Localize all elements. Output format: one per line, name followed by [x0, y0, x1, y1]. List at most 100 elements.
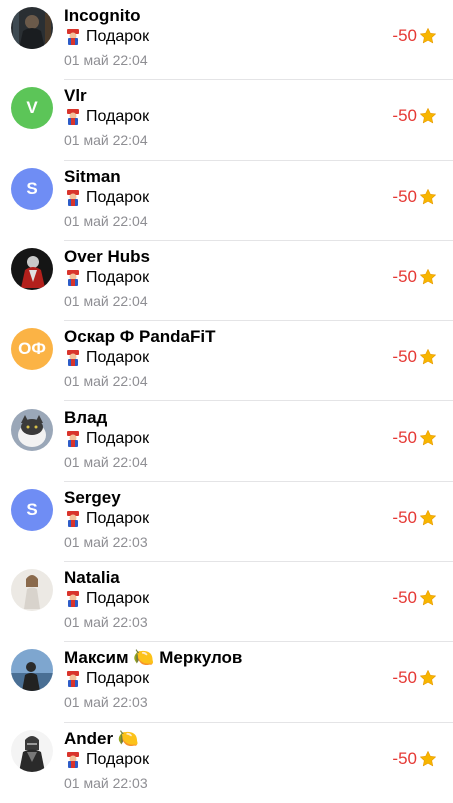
gift-emoji-icon [67, 350, 79, 367]
gift-emoji-icon [67, 189, 79, 206]
transaction-row[interactable]: Влад Подарок 01 май 22:04 -50 [0, 402, 453, 482]
avatar: V [11, 87, 53, 130]
description: Подарок [64, 189, 149, 207]
description-label: Подарок [86, 429, 150, 447]
star-icon [420, 750, 436, 766]
description-label: Подарок [86, 509, 150, 527]
star-icon [420, 268, 436, 285]
star-icon [420, 28, 436, 44]
sender-name: Максим 🍋 Меркулов [64, 648, 243, 668]
timestamp: 01 май 22:04 [64, 453, 148, 470]
sender-name: Влад [64, 407, 108, 427]
transaction-row[interactable]: S Sitman Подарок 01 май 22:04 -50 [0, 161, 453, 241]
red-figure-icon [11, 247, 53, 290]
sender-name: Sitman [64, 166, 121, 186]
avatar-initials: V [26, 98, 38, 118]
star-icon [420, 188, 436, 204]
avatar [11, 247, 53, 290]
avatar [11, 729, 53, 772]
avatar [11, 649, 53, 692]
gift-emoji-icon [67, 269, 79, 286]
description: Подарок [64, 269, 149, 287]
cat-photo-icon [11, 408, 53, 451]
description: Подарок [64, 349, 149, 367]
star-icon [420, 108, 436, 124]
avatar-initials: ОФ [18, 339, 46, 359]
amount-value: -50 [392, 26, 417, 45]
sender-name: Sergey [64, 487, 121, 507]
amount-value: -50 [392, 106, 417, 126]
amount: -50 [392, 668, 437, 688]
amount: -50 [392, 26, 437, 46]
timestamp: 01 май 22:04 [64, 212, 148, 229]
avatar: ОФ [11, 328, 53, 371]
description-label: Подарок [86, 108, 150, 126]
transaction-row[interactable]: ОФ Оскар Ф PandaFiT Подарок 01 май 22:04… [0, 321, 453, 402]
avatar [11, 569, 53, 612]
knight-photo-icon [11, 729, 53, 772]
star-icon [420, 429, 436, 445]
gift-emoji-icon [67, 751, 79, 768]
amount-value: -50 [392, 668, 417, 688]
transactions-list: Incognito Подарок 01 май 22:04 -50 V Vlr [0, 0, 453, 800]
description: Подарок [64, 28, 149, 46]
description: Подарок [64, 108, 149, 126]
description-label: Подарок [86, 750, 150, 768]
amount: -50 [392, 588, 437, 608]
amount: -50 [392, 187, 437, 207]
avatar [11, 408, 53, 451]
star-icon [420, 509, 436, 525]
description-label: Подарок [86, 268, 150, 286]
description: Подарок [64, 510, 149, 528]
description: Подарок [64, 670, 149, 688]
timestamp: 01 май 22:03 [64, 774, 148, 791]
amount: -50 [392, 347, 437, 367]
gift-emoji-icon [67, 109, 79, 126]
star-icon [420, 670, 436, 686]
timestamp: 01 май 22:03 [64, 614, 148, 631]
timestamp: 01 май 22:04 [64, 373, 148, 390]
amount-value: -50 [392, 588, 417, 608]
gift-emoji-icon [67, 591, 79, 608]
dark-portrait-icon [11, 7, 53, 49]
timestamp: 01 май 22:04 [64, 292, 148, 309]
transaction-row[interactable]: Natalia Подарок 01 май 22:03 -50 [0, 562, 453, 643]
gift-emoji-icon [67, 510, 79, 527]
sender-name: Vlr [64, 86, 87, 106]
transaction-row[interactable]: Incognito Подарок 01 май 22:04 -50 [0, 0, 453, 81]
timestamp: 01 май 22:04 [64, 52, 148, 68]
description-label: Подарок [86, 188, 150, 206]
avatar [11, 7, 53, 49]
description-label: Подарок [86, 349, 150, 367]
description-label: Подарок [86, 670, 150, 688]
gift-emoji-icon [67, 29, 79, 45]
amount-value: -50 [392, 266, 417, 286]
sender-name: Natalia [64, 568, 120, 588]
amount-value: -50 [392, 347, 417, 367]
transaction-row[interactable]: S Sergey Подарок 01 май 22:03 -50 [0, 482, 453, 563]
description-label: Подарок [86, 590, 150, 608]
transaction-row[interactable]: Максим 🍋 Меркулов Подарок 01 май 22:03 -… [0, 642, 453, 723]
timestamp: 01 май 22:03 [64, 533, 148, 550]
avatar: S [11, 488, 53, 531]
amount-value: -50 [392, 507, 417, 527]
amount: -50 [392, 267, 437, 287]
gift-emoji-icon [67, 430, 79, 447]
description: Подарок [64, 751, 149, 769]
sea-photo-icon [11, 649, 53, 692]
woman-photo-icon [11, 569, 53, 612]
amount: -50 [392, 106, 437, 126]
gift-emoji-icon [67, 671, 79, 688]
transaction-row[interactable]: V Vlr Подарок 01 май 22:04 -50 [0, 80, 453, 161]
description: Подарок [64, 590, 149, 608]
avatar-initials: S [26, 499, 38, 519]
transaction-row[interactable]: Over Hubs Подарок 01 май 22:04 -50 [0, 241, 453, 322]
description: Подарок [64, 430, 149, 448]
star-icon [420, 590, 436, 606]
sender-name: Over Hubs [64, 246, 150, 266]
description-label: Подарок [86, 28, 150, 45]
transaction-row[interactable]: Ander 🍋 Подарок 01 май 22:03 -50 [0, 723, 453, 803]
amount: -50 [392, 749, 437, 769]
avatar-initials: S [26, 178, 38, 198]
timestamp: 01 май 22:03 [64, 694, 148, 711]
